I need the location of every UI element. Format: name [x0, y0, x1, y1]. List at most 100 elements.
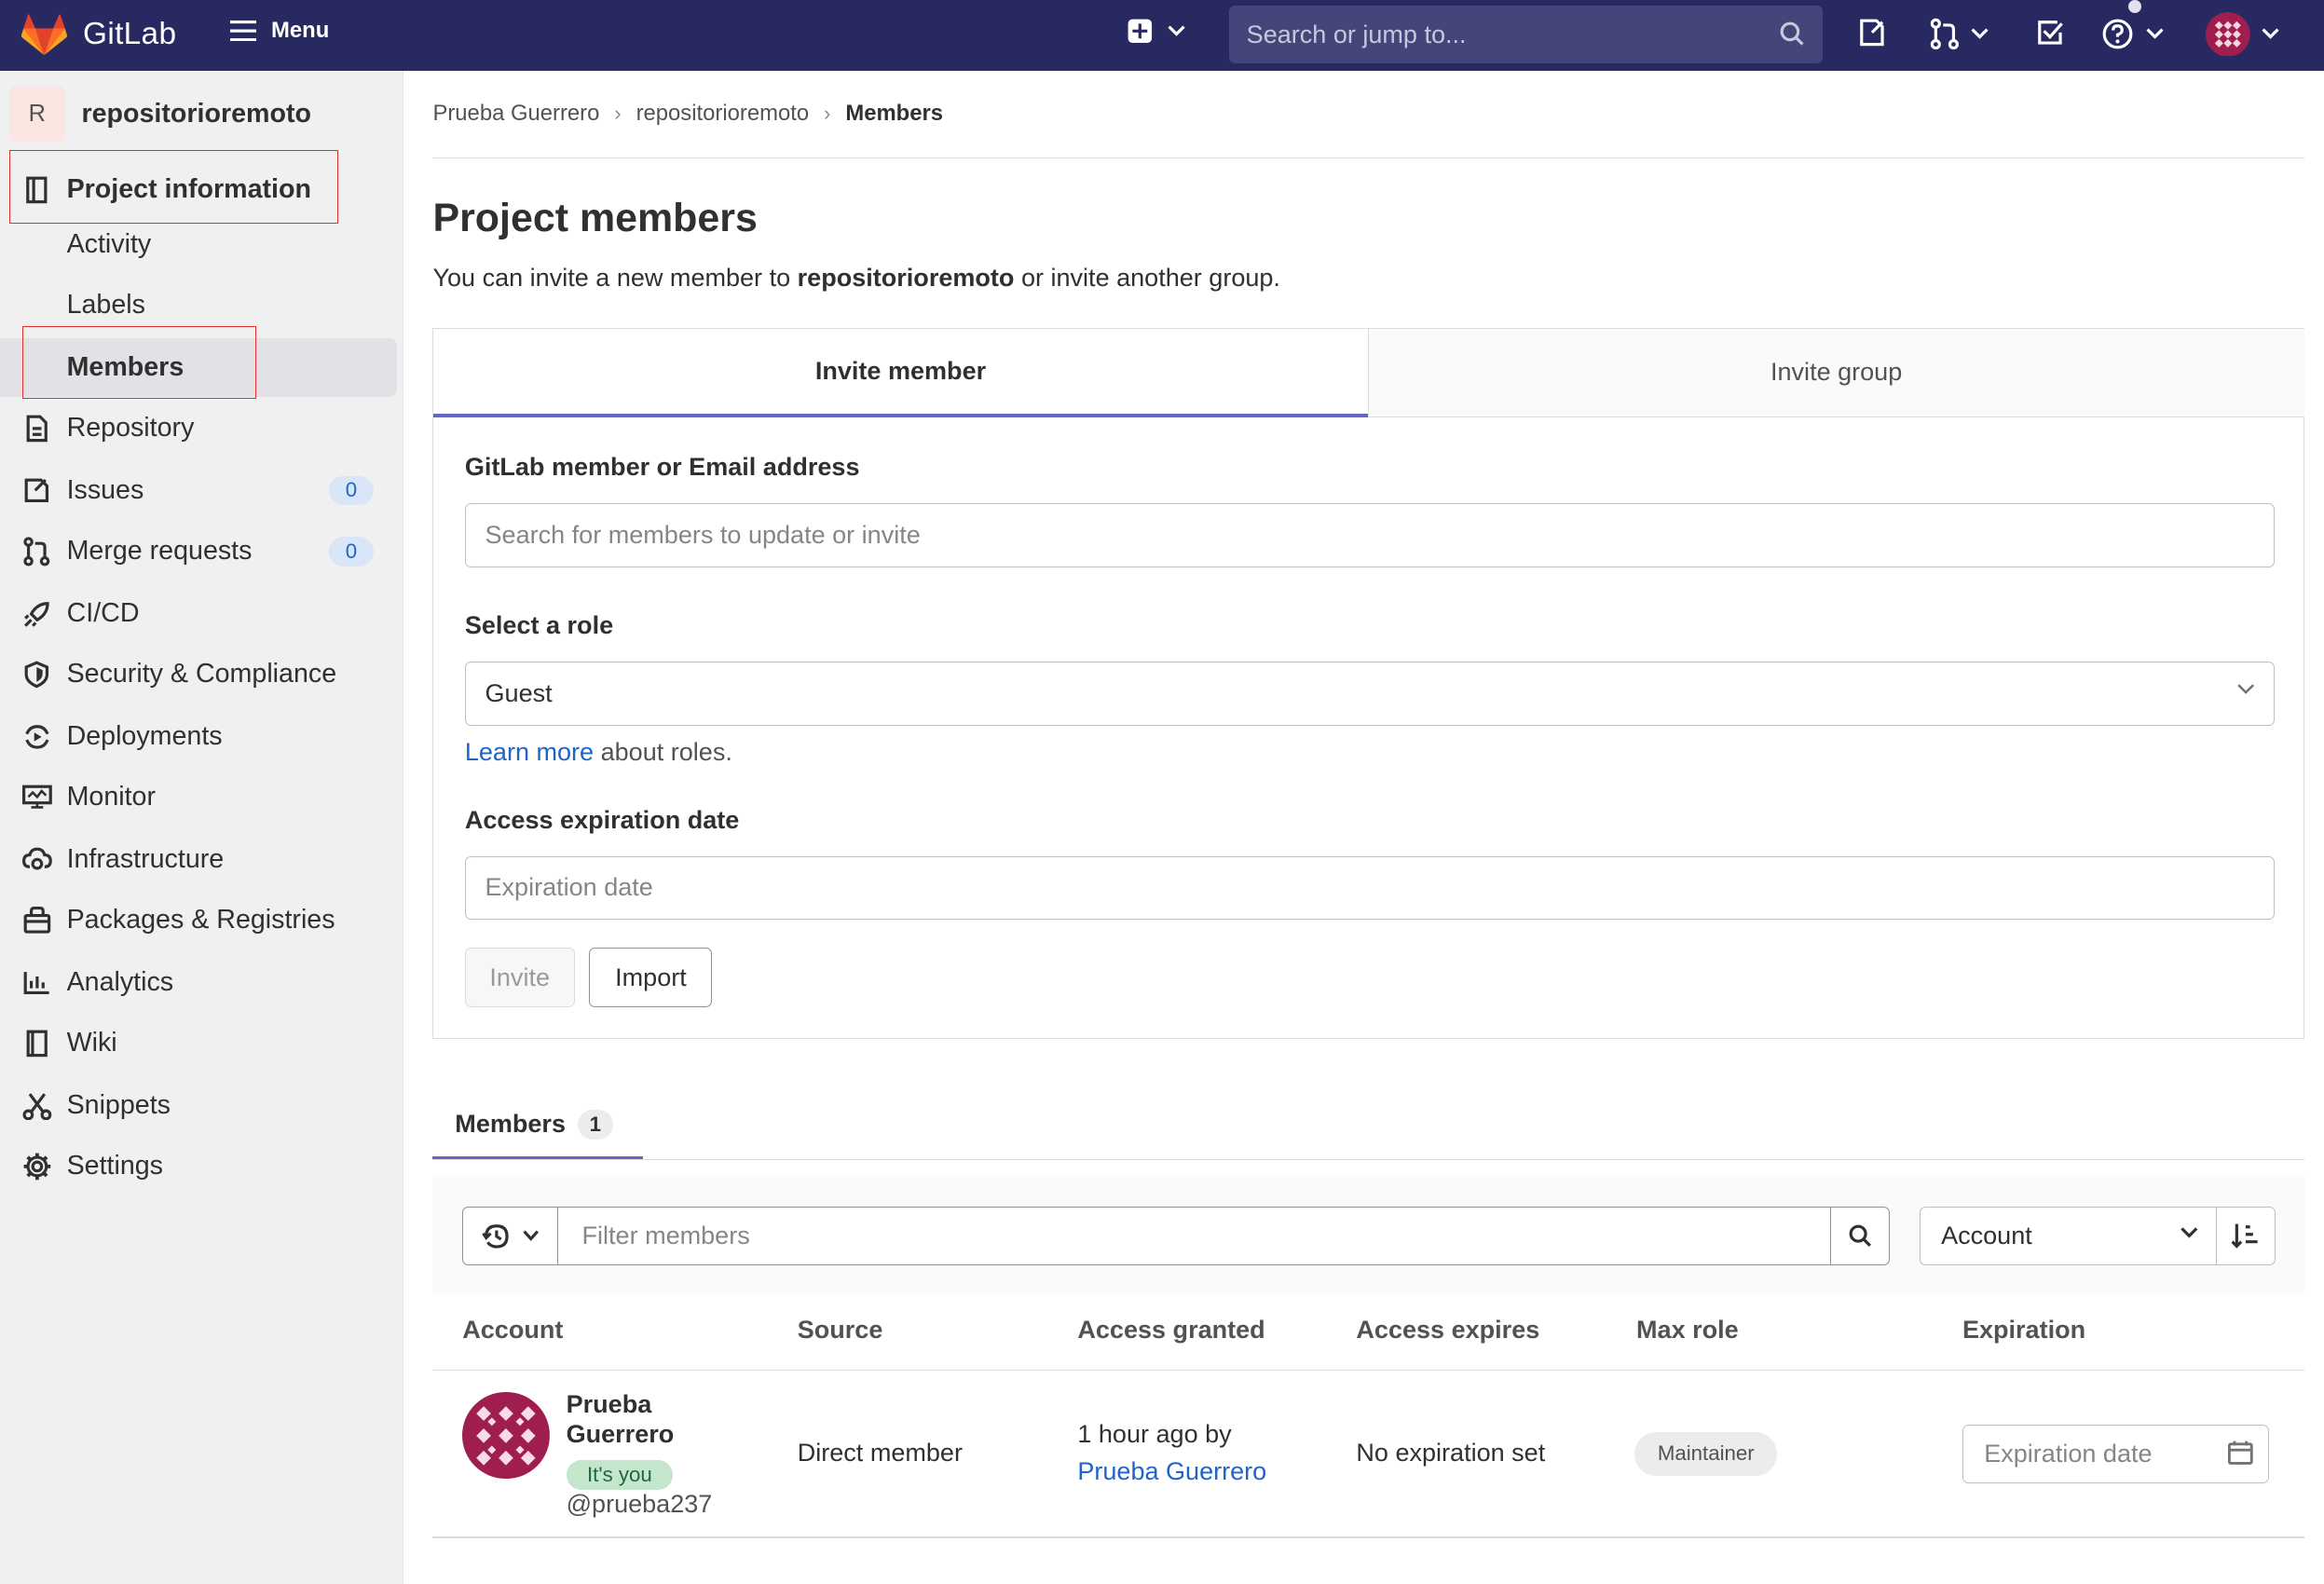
brand-name: GitLab — [83, 16, 177, 51]
sidebar-item-infrastructure[interactable]: Infrastructure — [0, 830, 397, 890]
sidebar-subitem-label: Activity — [66, 228, 152, 259]
sidebar-item-settings[interactable]: Settings — [0, 1137, 397, 1196]
notification-dot — [2128, 0, 2142, 14]
monitor-icon — [21, 783, 52, 812]
merge-request-icon — [22, 537, 52, 567]
invite-button[interactable]: Invite — [464, 948, 575, 1007]
divider — [432, 157, 2305, 159]
sidebar-item-label: Infrastructure — [66, 844, 225, 875]
search-placeholder: Search or jump to... — [1246, 20, 1467, 48]
role-select[interactable]: Guest — [464, 662, 2275, 726]
gear-icon — [22, 1152, 52, 1181]
member-expiration-input[interactable]: Expiration date — [1962, 1424, 2270, 1484]
sidebar-item-issues[interactable]: Issues 0 — [0, 461, 397, 521]
sidebar-item-label: Packages & Registries — [66, 905, 335, 935]
sidebar-item-label: Monitor — [66, 782, 157, 812]
merge-requests-count-badge: 0 — [329, 536, 374, 567]
merge-requests-nav-button[interactable] — [1930, 18, 1989, 50]
search-icon — [1849, 1224, 1871, 1247]
member-granted-by: Prueba Guerrero — [1077, 1457, 1266, 1486]
chevron-down-icon — [2146, 28, 2164, 39]
member-search-input[interactable]: Search for members to update or invite — [464, 503, 2275, 567]
breadcrumb-item[interactable]: repositorioremoto — [636, 101, 810, 127]
todo-check-icon — [2038, 20, 2063, 45]
filter-search-button[interactable] — [1830, 1206, 1890, 1266]
project-header[interactable]: R repositorioremoto — [8, 86, 311, 143]
scissors-icon — [22, 1091, 52, 1121]
new-dropdown-button[interactable] — [1127, 18, 1186, 45]
role-field-label: Select a role — [464, 611, 614, 640]
chevron-down-icon — [1971, 28, 1989, 39]
max-role-badge: Maintainer — [1634, 1431, 1778, 1477]
merge-request-icon — [1930, 18, 1959, 50]
import-button[interactable]: Import — [589, 948, 713, 1007]
sidebar-item-wiki[interactable]: Wiki — [0, 1014, 397, 1073]
sidebar-item-merge-requests[interactable]: Merge requests 0 — [0, 522, 397, 581]
tanuki-icon — [21, 13, 68, 55]
expiration-date-input[interactable]: Expiration date — [464, 855, 2275, 921]
issues-count-badge: 0 — [329, 475, 374, 506]
sidebar-item-security-compliance[interactable]: Security & Compliance — [0, 645, 397, 704]
sidebar-item-label: Analytics — [66, 967, 174, 998]
its-you-badge: It's you — [566, 1459, 674, 1490]
menu-button[interactable]: Menu — [229, 18, 329, 44]
breadcrumb: Prueba Guerrero › repositorioremoto › Me… — [432, 101, 943, 127]
sidebar-item-deployments[interactable]: Deployments — [0, 707, 397, 767]
chevron-down-icon — [1168, 25, 1185, 36]
sort-ascending-icon — [2231, 1223, 2258, 1249]
issues-nav-button[interactable] — [1857, 18, 1887, 48]
calendar-icon[interactable] — [2227, 1440, 2254, 1467]
tab-invite-group[interactable]: Invite group — [1367, 328, 2304, 417]
rocket-icon — [22, 599, 52, 629]
page-title: Project members — [432, 195, 758, 240]
cloud-gear-icon — [21, 845, 52, 875]
chart-icon — [22, 968, 52, 998]
filter-members-input[interactable]: Filter members — [557, 1206, 1832, 1266]
member-name[interactable]: Prueba Guerrero — [567, 1390, 715, 1450]
sidebar-item-repository[interactable]: Repository — [0, 399, 397, 458]
breadcrumb-current[interactable]: Members — [845, 101, 943, 127]
sidebar-item-cicd[interactable]: CI/CD — [0, 584, 397, 644]
help-icon — [2103, 19, 2133, 49]
sidebar-subitem-activity[interactable]: Activity — [0, 215, 397, 275]
issues-icon — [22, 476, 52, 506]
intro-project-name: repositorioremoto — [797, 264, 1015, 293]
member-expiration-placeholder: Expiration date — [1984, 1439, 2153, 1468]
sort-by-value: Account — [1941, 1222, 2032, 1250]
book-icon — [22, 1029, 52, 1058]
sidebar-item-label: Deployments — [66, 721, 223, 751]
breadcrumb-item[interactable]: Prueba Guerrero — [432, 101, 599, 127]
divider — [432, 1536, 2305, 1539]
sidebar-item-monitor[interactable]: Monitor — [0, 768, 397, 827]
breadcrumb-separator-icon: › — [614, 102, 622, 126]
help-nav-button[interactable] — [2101, 18, 2164, 50]
user-menu-button[interactable] — [2205, 11, 2280, 57]
issues-icon — [1860, 19, 1884, 47]
gitlab-logo[interactable]: GitLab — [21, 12, 176, 57]
avatar[interactable] — [462, 1391, 551, 1480]
sidebar-item-snippets[interactable]: Snippets — [0, 1076, 397, 1136]
search-input[interactable]: Search or jump to... — [1228, 6, 1824, 64]
tab-members[interactable]: Members 1 — [432, 1092, 644, 1161]
recent-searches-button[interactable] — [462, 1206, 559, 1266]
sort-direction-button[interactable] — [2215, 1206, 2276, 1266]
todos-nav-button[interactable] — [2035, 18, 2065, 48]
column-header-access-granted: Access granted — [1077, 1316, 1265, 1345]
sidebar-item-analytics[interactable]: Analytics — [0, 953, 397, 1013]
chevron-down-icon — [523, 1230, 540, 1242]
tab-invite-member[interactable]: Invite member — [433, 328, 1368, 417]
project-avatar: R — [8, 86, 65, 143]
filter-members-placeholder: Filter members — [581, 1222, 750, 1250]
column-header-account: Account — [462, 1316, 564, 1345]
highlight-box-members — [21, 325, 257, 399]
shield-icon — [22, 660, 52, 690]
member-username: @prueba237 — [566, 1489, 713, 1518]
chevron-down-icon — [2236, 684, 2254, 694]
sidebar-item-packages-registries[interactable]: Packages & Registries — [0, 891, 397, 950]
granted-by-link[interactable]: Prueba Guerrero — [1077, 1457, 1266, 1485]
learn-more-link[interactable]: Learn more — [465, 738, 594, 766]
sidebar: R repositorioremoto Project information … — [0, 71, 403, 1584]
search-icon — [1780, 21, 1804, 46]
column-header-max-role: Max role — [1636, 1316, 1739, 1345]
sort-by-select[interactable]: Account — [1919, 1206, 2218, 1266]
